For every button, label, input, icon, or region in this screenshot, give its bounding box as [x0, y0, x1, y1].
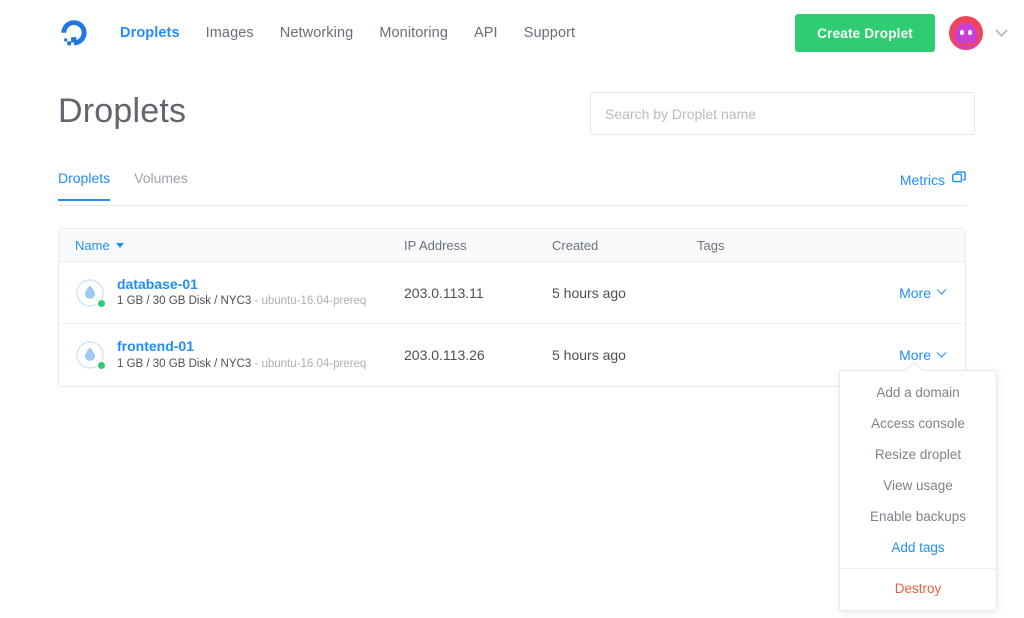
caret-down-icon [115, 242, 124, 248]
droplet-link[interactable]: database-01 [117, 276, 366, 292]
droplet-spec-size: 1 GB / 30 GB Disk / NYC3 [117, 295, 252, 308]
table-header-row: Name IP Address Created Tags [59, 229, 965, 262]
column-header-name-label: Name [75, 237, 110, 253]
top-navigation-bar: Droplets Images Networking Monitoring AP… [0, 0, 1024, 66]
user-avatar-icon[interactable] [949, 16, 983, 50]
digitalocean-logo-icon[interactable] [58, 16, 92, 50]
nav-link-support[interactable]: Support [524, 25, 576, 41]
droplet-image-name: ubuntu-16.04-prereq [261, 295, 367, 308]
droplet-link[interactable]: frontend-01 [117, 339, 366, 355]
search-input[interactable] [591, 93, 974, 134]
droplet-name-block: frontend-01 1 GB / 30 GB Disk / NYC3 - u… [117, 339, 366, 370]
column-header-created: Created [552, 237, 599, 253]
nav-link-images[interactable]: Images [206, 25, 254, 41]
tab-droplets[interactable]: Droplets [58, 170, 111, 201]
nav-right-cluster: Create Droplet [795, 0, 1008, 66]
droplet-image-name: ubuntu-16.04-prereq [261, 357, 367, 370]
droplet-name-cell: database-01 1 GB / 30 GB Disk / NYC3 - u… [59, 276, 404, 308]
column-header-tags: Tags [697, 237, 725, 253]
nav-link-droplets[interactable]: Droplets [120, 25, 180, 41]
droplet-spec-size: 1 GB / 30 GB Disk / NYC3 [117, 357, 252, 370]
tab-bar: Droplets Volumes Metrics [58, 170, 966, 206]
droplet-spec: 1 GB / 30 GB Disk / NYC3 - ubuntu-16.04-… [117, 295, 367, 308]
droplet-status-active-icon [75, 340, 106, 370]
more-actions-label: More [899, 284, 931, 301]
menu-item-destroy[interactable]: Destroy [840, 573, 996, 604]
droplet-name-block: database-01 1 GB / 30 GB Disk / NYC3 - u… [117, 276, 367, 308]
metrics-link[interactable]: Metrics [900, 171, 966, 188]
menu-item-add-tags[interactable]: Add tags [840, 532, 996, 563]
search-droplets-box[interactable] [590, 92, 975, 135]
account-chevron-down-icon[interactable] [995, 23, 1008, 37]
more-actions-button[interactable]: More [899, 347, 947, 363]
droplet-spec: 1 GB / 30 GB Disk / NYC3 - ubuntu-16.04-… [117, 357, 367, 370]
menu-item-resize-droplet[interactable]: Resize droplet [840, 439, 996, 470]
tab-volumes[interactable]: Volumes [134, 170, 188, 201]
nav-link-networking[interactable]: Networking [280, 25, 354, 41]
menu-item-enable-backups[interactable]: Enable backups [840, 501, 996, 532]
droplet-created: 5 hours ago [552, 347, 626, 363]
tab-list: Droplets Volumes [58, 170, 966, 201]
droplet-created: 5 hours ago [552, 284, 626, 301]
droplet-name-cell: frontend-01 1 GB / 30 GB Disk / NYC3 - u… [59, 339, 404, 370]
droplet-ip-address: 203.0.113.11 [404, 284, 484, 301]
menu-destructive-group: Destroy [840, 569, 996, 610]
droplets-table: Name IP Address Created Tags database-01 [58, 228, 966, 387]
primary-nav-links: Droplets Images Networking Monitoring AP… [120, 25, 575, 41]
nav-link-api[interactable]: API [474, 25, 498, 41]
column-header-ip-address: IP Address [404, 237, 467, 253]
nav-link-monitoring[interactable]: Monitoring [379, 25, 448, 41]
droplet-status-active-icon [75, 278, 106, 308]
droplet-actions-menu: Add a domain Access console Resize dropl… [839, 361, 997, 611]
table-row: database-01 1 GB / 30 GB Disk / NYC3 - u… [59, 262, 965, 324]
menu-item-view-usage[interactable]: View usage [840, 470, 996, 501]
chevron-down-icon [936, 284, 947, 295]
menu-item-access-console[interactable]: Access console [840, 408, 996, 439]
menu-item-add-a-domain[interactable]: Add a domain [840, 377, 996, 408]
more-actions-label: More [899, 347, 931, 363]
external-window-icon [952, 171, 966, 188]
metrics-label: Metrics [899, 171, 945, 188]
more-actions-button[interactable]: More [899, 284, 947, 301]
create-droplet-button[interactable]: Create Droplet [795, 14, 935, 52]
droplets-page: Droplets Images Networking Monitoring AP… [0, 0, 1024, 618]
table-row: frontend-01 1 GB / 30 GB Disk / NYC3 - u… [59, 324, 965, 386]
column-header-name[interactable]: Name [59, 238, 404, 253]
droplet-ip-address: 203.0.113.26 [404, 347, 485, 363]
page-title: Droplets [58, 92, 187, 130]
chevron-down-icon [936, 347, 947, 358]
